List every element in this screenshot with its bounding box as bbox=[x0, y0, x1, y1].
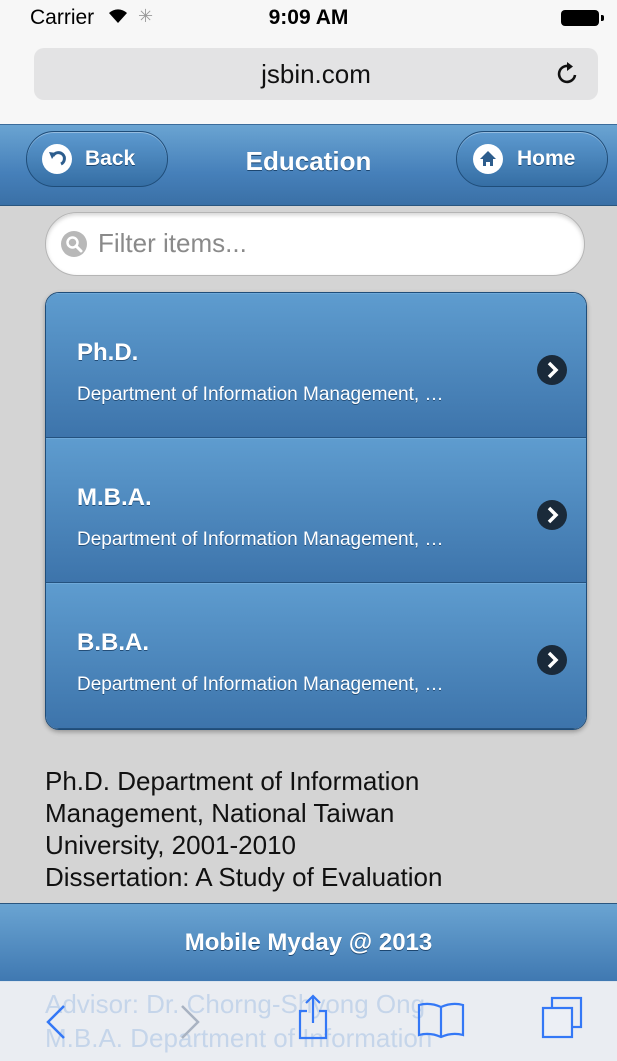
list-item-mba[interactable]: M.B.A. Department of Information Managem… bbox=[46, 438, 586, 583]
list-item-phd[interactable]: Ph.D. Department of Information Manageme… bbox=[46, 293, 586, 438]
list-item-title: Ph.D. bbox=[77, 339, 139, 366]
chevron-right-icon bbox=[537, 645, 567, 675]
url-text[interactable]: jsbin.com bbox=[34, 59, 598, 90]
reload-icon[interactable] bbox=[556, 60, 580, 91]
search-icon bbox=[60, 230, 88, 263]
home-icon bbox=[473, 144, 503, 174]
share-icon[interactable] bbox=[296, 993, 330, 1046]
list-item-title: M.B.A. bbox=[77, 484, 152, 511]
list-item-title: B.B.A. bbox=[77, 629, 149, 656]
education-detail-text: Ph.D. Department of Information Manageme… bbox=[45, 765, 565, 893]
home-button[interactable]: Home bbox=[456, 131, 608, 187]
filter-placeholder: Filter items... bbox=[98, 228, 247, 258]
address-bar[interactable]: jsbin.com bbox=[34, 48, 598, 100]
obscured-text-line: M.B.A. Department of Information bbox=[45, 1023, 433, 1053]
detail-line: Ph.D. Department of Information bbox=[45, 766, 420, 796]
status-bar: Carrier ✳ 9:09 AM bbox=[0, 0, 617, 36]
bookmarks-icon[interactable] bbox=[416, 1001, 466, 1044]
filter-input[interactable]: Filter items... bbox=[45, 212, 585, 276]
chevron-right-icon bbox=[537, 355, 567, 385]
list-item-subtitle: Department of Information Management, … bbox=[77, 529, 444, 550]
list-item-bba[interactable]: B.B.A. Department of Information Managem… bbox=[46, 583, 586, 729]
list-item-subtitle: Department of Information Management, … bbox=[77, 674, 444, 695]
detail-line: Dissertation: A Study of Evaluation bbox=[45, 862, 443, 892]
home-button-label: Home bbox=[517, 147, 576, 170]
browser-toolbar: Advisor: Dr. Chorng-Shyong Ong M.B.A. De… bbox=[0, 981, 617, 1061]
page-header: Back Education Home bbox=[0, 124, 617, 206]
detail-line: University, 2001-2010 bbox=[45, 830, 296, 860]
chevron-right-icon bbox=[537, 500, 567, 530]
education-list: Ph.D. Department of Information Manageme… bbox=[45, 292, 587, 730]
forward-arrow-icon[interactable] bbox=[178, 1003, 202, 1046]
battery-icon bbox=[561, 10, 604, 26]
list-item-subtitle: Department of Information Management, … bbox=[77, 384, 444, 405]
tabs-icon[interactable] bbox=[540, 995, 584, 1046]
back-arrow-icon[interactable] bbox=[44, 1003, 68, 1046]
status-time: 9:09 AM bbox=[268, 6, 349, 29]
obscured-text-line: Advisor: Dr. Chorng-Shyong Ong bbox=[45, 989, 426, 1019]
detail-line: Management, National Taiwan bbox=[45, 798, 395, 828]
address-bar-area: jsbin.com bbox=[0, 36, 617, 124]
footer-text: Mobile Myday @ 2013 bbox=[184, 929, 433, 956]
page-footer: Mobile Myday @ 2013 bbox=[0, 903, 617, 982]
